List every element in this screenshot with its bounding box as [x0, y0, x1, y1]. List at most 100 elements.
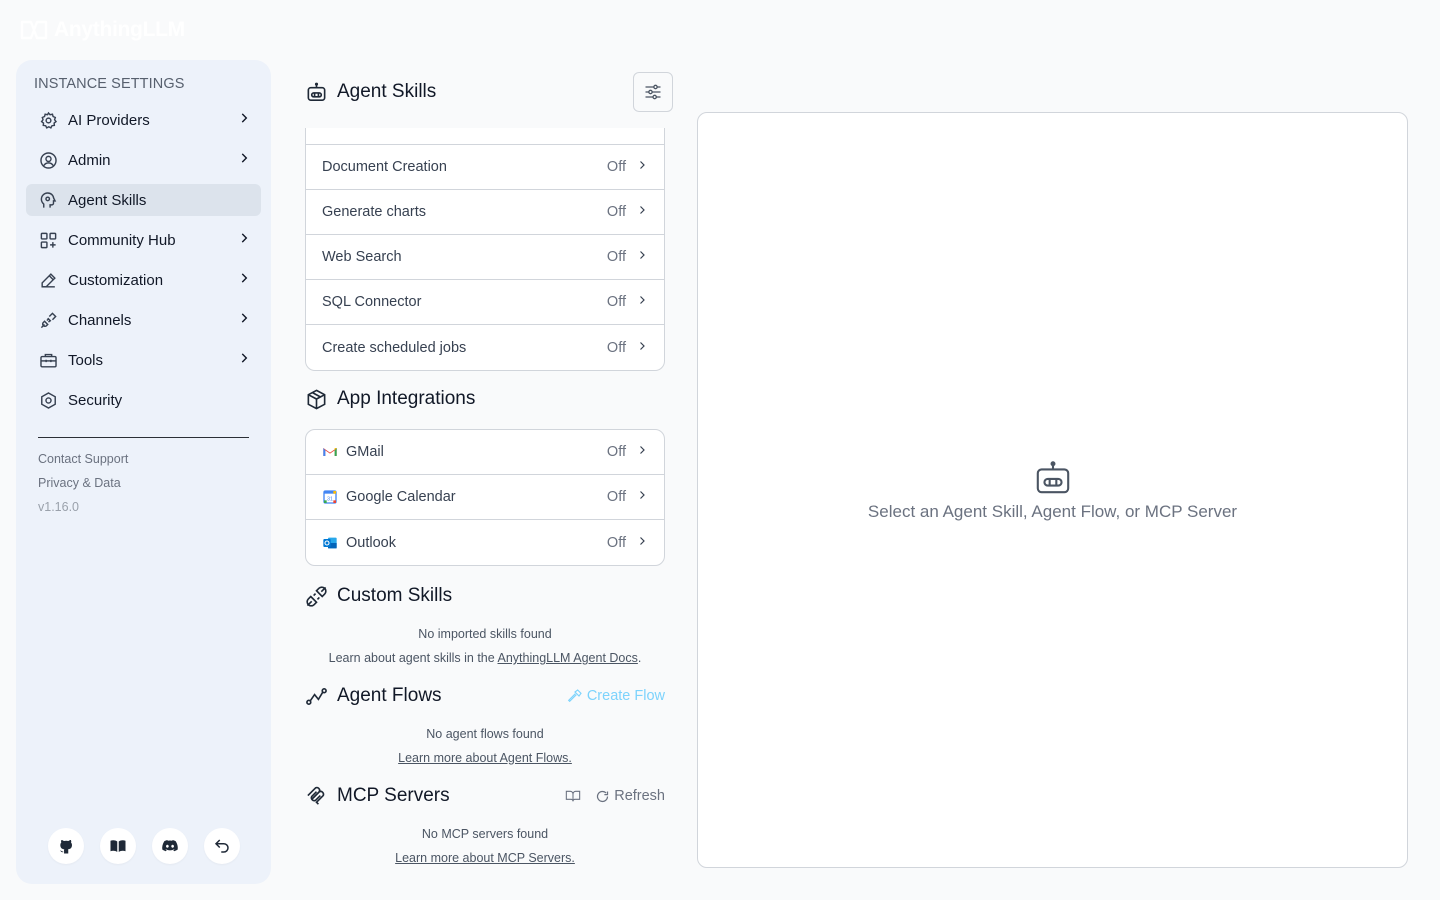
back-arrow-icon: [214, 839, 229, 853]
mcp-servers-learn-link[interactable]: Learn more about MCP Servers.: [395, 851, 575, 865]
agent-skills-list: Document Creation Off Generate charts Of…: [305, 145, 665, 371]
skill-status: Off: [606, 204, 626, 220]
mcp-servers-empty-text: No MCP servers found: [421, 827, 549, 841]
sidebar-item-community-hub[interactable]: Community Hub: [26, 224, 261, 256]
gmail-icon: [322, 444, 338, 460]
google-calendar-icon: 31: [322, 489, 338, 505]
sidebar-item-customization[interactable]: Customization: [26, 264, 261, 296]
app-logo: AnythingLLM: [20, 18, 185, 42]
skill-label: Web Search: [322, 249, 402, 265]
book-icon: [110, 840, 126, 852]
skill-status: Off: [606, 159, 626, 175]
robot-icon: [305, 80, 329, 104]
agent-head-icon: [38, 190, 58, 210]
sidebar-item-channels[interactable]: Channels: [26, 304, 261, 336]
integration-row-google-calendar[interactable]: 31 Google Calendar Off: [306, 475, 664, 520]
custom-skills-empty-text: No imported skills found: [418, 627, 552, 641]
chevron-right-icon: [636, 249, 648, 265]
agent-skills-header: Agent Skills: [305, 72, 665, 112]
contact-support-link[interactable]: Contact Support: [38, 452, 128, 466]
sidebar-item-label: AI Providers: [68, 111, 150, 129]
skill-row-document-creation[interactable]: Document Creation Off: [306, 145, 664, 190]
sliders-icon: [645, 84, 661, 100]
cube-icon: [305, 387, 329, 411]
shield-icon: [38, 390, 58, 410]
integration-status: Off: [606, 534, 626, 551]
version-label: v1.16.0: [38, 500, 80, 514]
chevron-right-icon: [237, 311, 251, 329]
skill-detail-panel: Select an Agent Skill, Agent Flow, or MC…: [697, 112, 1408, 868]
chevron-right-icon: [237, 351, 251, 369]
refresh-button[interactable]: Refresh: [595, 788, 665, 804]
squares-icon: [38, 230, 58, 250]
skill-row-generate-charts[interactable]: Generate charts Off: [306, 190, 664, 235]
section-title: Agent Skills: [337, 81, 437, 102]
chevron-right-icon: [636, 489, 648, 505]
mcp-servers-empty: No MCP servers found Learn more about MC…: [305, 822, 665, 870]
sidebar-footer: Contact Support Privacy & Data v1.16.0: [38, 452, 128, 514]
user-gear-icon: [38, 150, 58, 170]
plug-icon: [38, 310, 58, 330]
discord-button[interactable]: [152, 828, 188, 864]
section-title: Agent Flows: [337, 685, 442, 706]
sidebar-item-label: Security: [68, 391, 123, 409]
sidebar-item-agent-skills[interactable]: Agent Skills: [26, 184, 261, 216]
back-button[interactable]: [204, 828, 240, 864]
skill-status: Off: [606, 249, 626, 265]
chevron-right-icon: [636, 340, 648, 356]
app-integrations-list: GMail Off 31 Google Calendar Off Outlook…: [305, 429, 665, 566]
sidebar-item-tools[interactable]: Tools: [26, 344, 261, 376]
skill-row-sql-connector[interactable]: SQL Connector Off: [306, 280, 664, 325]
sidebar-item-ai-providers[interactable]: AI Providers: [26, 104, 261, 136]
integration-row-gmail[interactable]: GMail Off: [306, 430, 664, 475]
chevron-right-icon: [636, 294, 648, 310]
agent-flows-learn-link[interactable]: Learn more about Agent Flows.: [398, 751, 572, 765]
app-integrations-header: App Integrations: [305, 379, 665, 419]
custom-skills-header: Custom Skills: [305, 576, 665, 616]
privacy-data-link[interactable]: Privacy & Data: [38, 476, 128, 490]
flow-icon: [305, 684, 329, 708]
clipped-skill-row: [305, 128, 665, 145]
skill-label: Document Creation: [322, 159, 447, 175]
integration-label: Outlook: [346, 534, 396, 551]
docs-button[interactable]: [100, 828, 136, 864]
agent-docs-link[interactable]: AnythingLLM Agent Docs: [498, 651, 638, 665]
sidebar-divider: [38, 437, 249, 438]
plug-icon: [305, 584, 329, 608]
chevron-right-icon: [636, 444, 648, 460]
mcp-servers-header: MCP Servers Refresh: [305, 776, 665, 816]
filter-settings-button[interactable]: [633, 72, 673, 112]
section-title: Custom Skills: [337, 585, 453, 606]
sidebar-item-security[interactable]: Security: [26, 384, 261, 416]
settings-sidebar: INSTANCE SETTINGS AI Providers Admin Age…: [16, 60, 271, 884]
skill-row-scheduled-jobs[interactable]: Create scheduled jobs Off: [306, 325, 664, 370]
custom-skills-empty: No imported skills found Learn about age…: [305, 622, 665, 670]
chevron-right-icon: [237, 231, 251, 249]
skill-row-web-search[interactable]: Web Search Off: [306, 235, 664, 280]
create-flow-button[interactable]: Create Flow: [567, 688, 665, 704]
sidebar-item-label: Admin: [68, 151, 111, 169]
skill-status: Off: [606, 339, 626, 356]
sidebar-item-label: Community Hub: [68, 231, 176, 249]
gear-icon: [38, 110, 58, 130]
agent-flows-header: Agent Flows Create Flow: [305, 676, 665, 716]
logo-icon: [20, 20, 48, 40]
github-button[interactable]: [48, 828, 84, 864]
sidebar-item-label: Agent Skills: [68, 191, 147, 209]
integration-row-outlook[interactable]: Outlook Off: [306, 520, 664, 565]
mcp-docs-button[interactable]: [565, 788, 581, 804]
open-book-icon: [566, 790, 581, 802]
svg-text:31: 31: [327, 496, 333, 502]
sidebar-item-admin[interactable]: Admin: [26, 144, 261, 176]
sidebar-item-label: Tools: [68, 351, 104, 369]
chevron-right-icon: [636, 159, 648, 175]
hammer-icon: [567, 689, 582, 703]
skill-label: Generate charts: [322, 204, 426, 220]
app-name: AnythingLLM: [54, 18, 185, 41]
skill-label: SQL Connector: [322, 294, 422, 310]
outlook-icon: [322, 535, 338, 551]
integration-status: Off: [606, 444, 626, 460]
chevron-right-icon: [237, 111, 251, 129]
sidebar-heading: INSTANCE SETTINGS: [34, 76, 185, 92]
skill-status: Off: [606, 294, 626, 310]
